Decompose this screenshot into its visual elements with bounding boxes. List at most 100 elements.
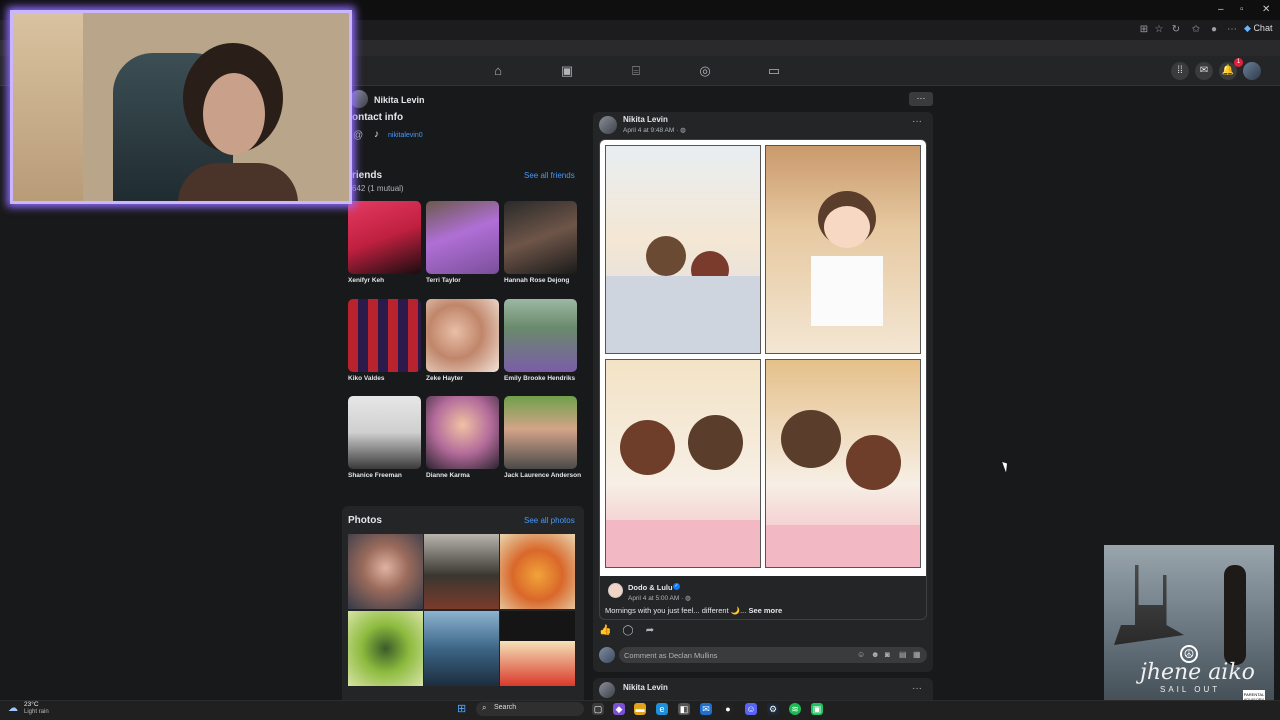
friend-photo[interactable] xyxy=(504,201,577,274)
weather-temperature[interactable]: 23°C xyxy=(24,701,39,708)
friend-name[interactable]: Xenifyr Keh xyxy=(348,277,384,284)
photo-thumbnail[interactable] xyxy=(500,611,575,686)
shared-author-avatar[interactable] xyxy=(608,583,623,598)
favorites-icon[interactable]: ✩ xyxy=(1190,24,1202,36)
friends-heading: riends xyxy=(352,170,383,181)
avatar-sticker-icon[interactable]: ☺ xyxy=(857,650,865,659)
photo-thumbnail[interactable] xyxy=(348,534,423,609)
account-avatar[interactable] xyxy=(1243,62,1261,80)
like-icon[interactable]: 👍 xyxy=(599,625,611,637)
post-time-text: April 4 at 9:48 AM · xyxy=(623,127,681,134)
friend-photo[interactable] xyxy=(426,299,499,372)
next-post-avatar[interactable] xyxy=(599,682,615,698)
shared-caption: Mornings with you just feel... different… xyxy=(605,606,782,615)
task-view-icon[interactable]: ▢ xyxy=(592,703,604,715)
friends-count: 642 (1 mutual) xyxy=(352,184,404,193)
share-icon[interactable]: ➦ xyxy=(644,625,656,637)
install-app-icon[interactable]: ⊞ xyxy=(1138,24,1150,36)
see-all-photos-link[interactable]: See all photos xyxy=(524,516,575,525)
friend-photo[interactable] xyxy=(348,201,421,274)
friend-name[interactable]: Kiko Valdes xyxy=(348,375,385,382)
steam-icon[interactable]: ⚙ xyxy=(767,703,779,715)
friend-name[interactable]: Emily Brooke Hendriks xyxy=(504,375,575,382)
photo-thumbnail[interactable] xyxy=(424,611,499,686)
friend-name[interactable]: Dianne Karma xyxy=(426,472,470,479)
spotify-icon[interactable]: ≋ xyxy=(789,703,801,715)
gif-icon[interactable]: ▤ xyxy=(899,650,907,659)
profile-avatar[interactable] xyxy=(350,90,368,108)
comment-icon[interactable]: ◯ xyxy=(622,625,634,637)
close-icon[interactable]: ✕ xyxy=(1262,4,1270,15)
shared-caption-text: Mornings with you just feel... different… xyxy=(605,606,749,615)
photo-thumbnail[interactable] xyxy=(348,611,423,686)
menu-dots-icon[interactable]: ⋯ xyxy=(1226,24,1238,36)
comic-panel-bed-coffee-2 xyxy=(765,359,921,568)
friend-photo[interactable] xyxy=(504,396,577,469)
gaming-icon[interactable]: ▭ xyxy=(766,64,782,78)
next-post-author[interactable]: Nikita Levin xyxy=(623,683,668,692)
sticker-icon[interactable]: ▦ xyxy=(913,650,921,659)
profile-more-button[interactable]: ··· xyxy=(909,92,933,106)
game-app-icon[interactable]: ▣ xyxy=(811,703,823,715)
bookmark-star-icon[interactable]: ☆ xyxy=(1153,24,1165,36)
post-more-button[interactable]: ··· xyxy=(912,116,922,127)
verified-badge-icon: ✓ xyxy=(673,583,680,590)
friend-name[interactable]: Hannah Rose Dejong xyxy=(504,277,569,284)
edge-browser-icon[interactable]: e xyxy=(656,703,668,715)
friend-photo[interactable] xyxy=(426,396,499,469)
groups-icon[interactable]: ◎ xyxy=(697,64,713,78)
weather-cloud-icon[interactable]: ☁ xyxy=(8,703,18,714)
file-explorer-icon[interactable]: ▬ xyxy=(634,703,646,715)
profile-subheader xyxy=(340,86,940,112)
friend-photo[interactable] xyxy=(348,299,421,372)
chat-button[interactable]: ◆ Chat xyxy=(1244,23,1272,34)
friend-name[interactable]: Shanice Freeman xyxy=(348,472,402,479)
friend-name[interactable]: Jack Laurence Anderson xyxy=(504,472,581,479)
shared-post-image[interactable] xyxy=(599,139,927,620)
photo-thumbnail[interactable] xyxy=(500,534,575,609)
friend-name[interactable]: Zeke Hayter xyxy=(426,375,463,382)
minimize-icon[interactable]: – xyxy=(1218,4,1224,15)
media-app-icon[interactable]: ● xyxy=(722,703,734,715)
friend-photo[interactable] xyxy=(426,201,499,274)
home-icon[interactable]: ⌂ xyxy=(490,64,506,78)
windows-start-icon[interactable]: ⊞ xyxy=(457,703,469,715)
album-title: SAIL OUT xyxy=(1160,685,1221,694)
shared-author[interactable]: Dodo & Lulu xyxy=(628,583,673,592)
profile-name[interactable]: Nikita Levin xyxy=(374,95,425,105)
post-author[interactable]: Nikita Levin xyxy=(623,115,668,124)
photos-heading: Photos xyxy=(348,515,382,526)
post-author-avatar[interactable] xyxy=(599,116,617,134)
post-timestamp[interactable]: April 4 at 9:48 AM · ◍ xyxy=(623,126,686,134)
comic-panel-sleeping xyxy=(605,145,761,354)
copilot-app-icon[interactable]: ◆ xyxy=(613,703,625,715)
menu-grid-icon[interactable]: ⁞⁞ xyxy=(1171,62,1189,80)
shared-timestamp[interactable]: April 4 at 5:00 AM · ◍ xyxy=(628,594,691,602)
friend-name[interactable]: Terri Taylor xyxy=(426,277,461,284)
maximize-icon[interactable]: ▫ xyxy=(1240,4,1244,15)
emoji-icon[interactable]: ☻ xyxy=(871,650,879,659)
friend-photo[interactable] xyxy=(348,396,421,469)
refresh-icon[interactable]: ↻ xyxy=(1170,24,1182,36)
account-icon[interactable]: ● xyxy=(1208,24,1220,36)
album-artist: jhene aiko xyxy=(1140,660,1255,685)
friend-photo[interactable] xyxy=(504,299,577,372)
marketplace-icon[interactable]: ⌸ xyxy=(628,64,644,78)
weather-description[interactable]: Light rain xyxy=(24,709,49,715)
messenger-icon[interactable]: ✉ xyxy=(1195,62,1213,80)
contact-info-heading: ontact info xyxy=(352,112,404,123)
discord-icon[interactable]: ☺ xyxy=(745,703,757,715)
store-icon[interactable]: ◧ xyxy=(678,703,690,715)
tiktok-link[interactable]: nikitalevin0 xyxy=(388,132,423,139)
photo-thumbnail[interactable] xyxy=(424,534,499,609)
see-all-friends-link[interactable]: See all friends xyxy=(524,171,575,180)
mail-icon[interactable]: ✉ xyxy=(700,703,712,715)
copilot-icon: ◆ xyxy=(1244,23,1251,33)
commenter-avatar xyxy=(599,647,615,663)
calendar-icon[interactable]: ▣ xyxy=(559,64,575,78)
see-more-link[interactable]: See more xyxy=(748,606,782,615)
next-post-more-button[interactable]: ··· xyxy=(912,683,922,694)
taskbar-search[interactable] xyxy=(476,702,584,716)
globe-icon: ◍ xyxy=(680,127,686,134)
camera-icon[interactable]: ◙ xyxy=(885,650,890,659)
